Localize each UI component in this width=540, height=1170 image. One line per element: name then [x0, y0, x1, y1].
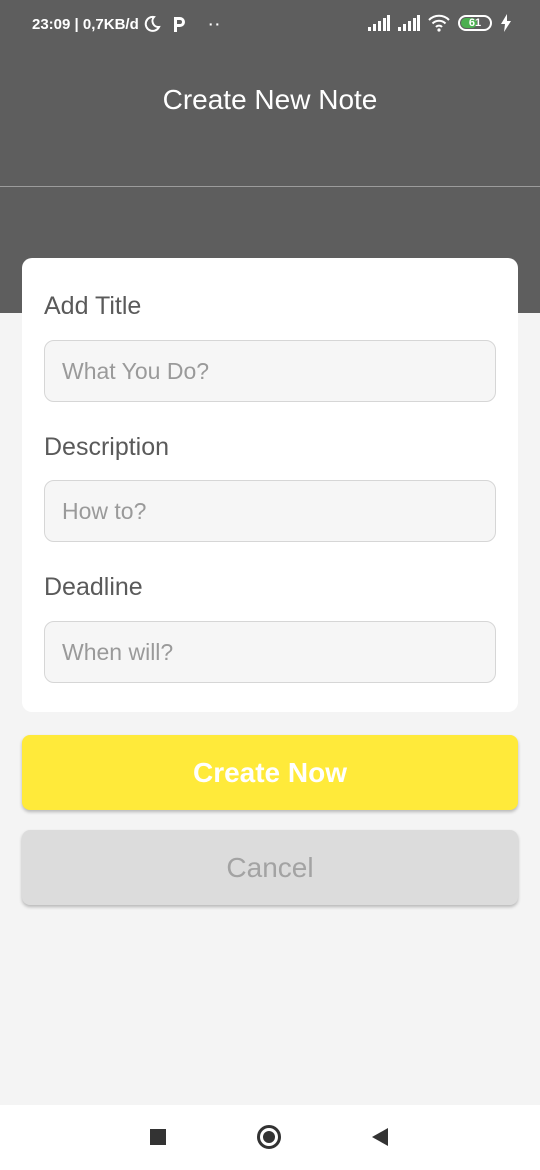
- create-now-button[interactable]: Create Now: [22, 735, 518, 810]
- notification-dots-icon: ··: [208, 16, 223, 32]
- signal-icon: [368, 15, 390, 31]
- title-label: Add Title: [44, 292, 142, 320]
- description-input[interactable]: [44, 480, 496, 542]
- status-right: 61: [368, 14, 512, 32]
- status-time-data: 23:09 | 0,7KB/d: [32, 15, 139, 33]
- page-title: Create New Note: [162, 84, 378, 115]
- status-bar: 23:09 | 0,7KB/d ·· 61: [0, 0, 540, 50]
- home-circle-icon[interactable]: [257, 1125, 281, 1149]
- parking-p-icon: [173, 17, 185, 32]
- charging-bolt-icon: [501, 14, 511, 32]
- deadline-label: Deadline: [44, 573, 143, 601]
- recents-square-icon[interactable]: [150, 1129, 166, 1145]
- cancel-button[interactable]: Cancel: [22, 830, 518, 905]
- signal-icon-2: [398, 15, 420, 31]
- header-divider: [0, 186, 540, 187]
- battery-icon: 61: [458, 15, 492, 31]
- wifi-icon: [428, 14, 450, 32]
- deadline-input[interactable]: [44, 621, 496, 683]
- system-nav-bar: [0, 1105, 540, 1170]
- battery-level: 61: [468, 17, 482, 29]
- back-triangle-icon[interactable]: [372, 1128, 388, 1146]
- title-input[interactable]: [44, 340, 496, 402]
- description-label: Description: [44, 433, 170, 461]
- form-card: Add Title Description Deadline: [22, 258, 518, 712]
- status-left: 23:09 | 0,7KB/d ··: [32, 15, 222, 33]
- moon-icon: [144, 15, 161, 32]
